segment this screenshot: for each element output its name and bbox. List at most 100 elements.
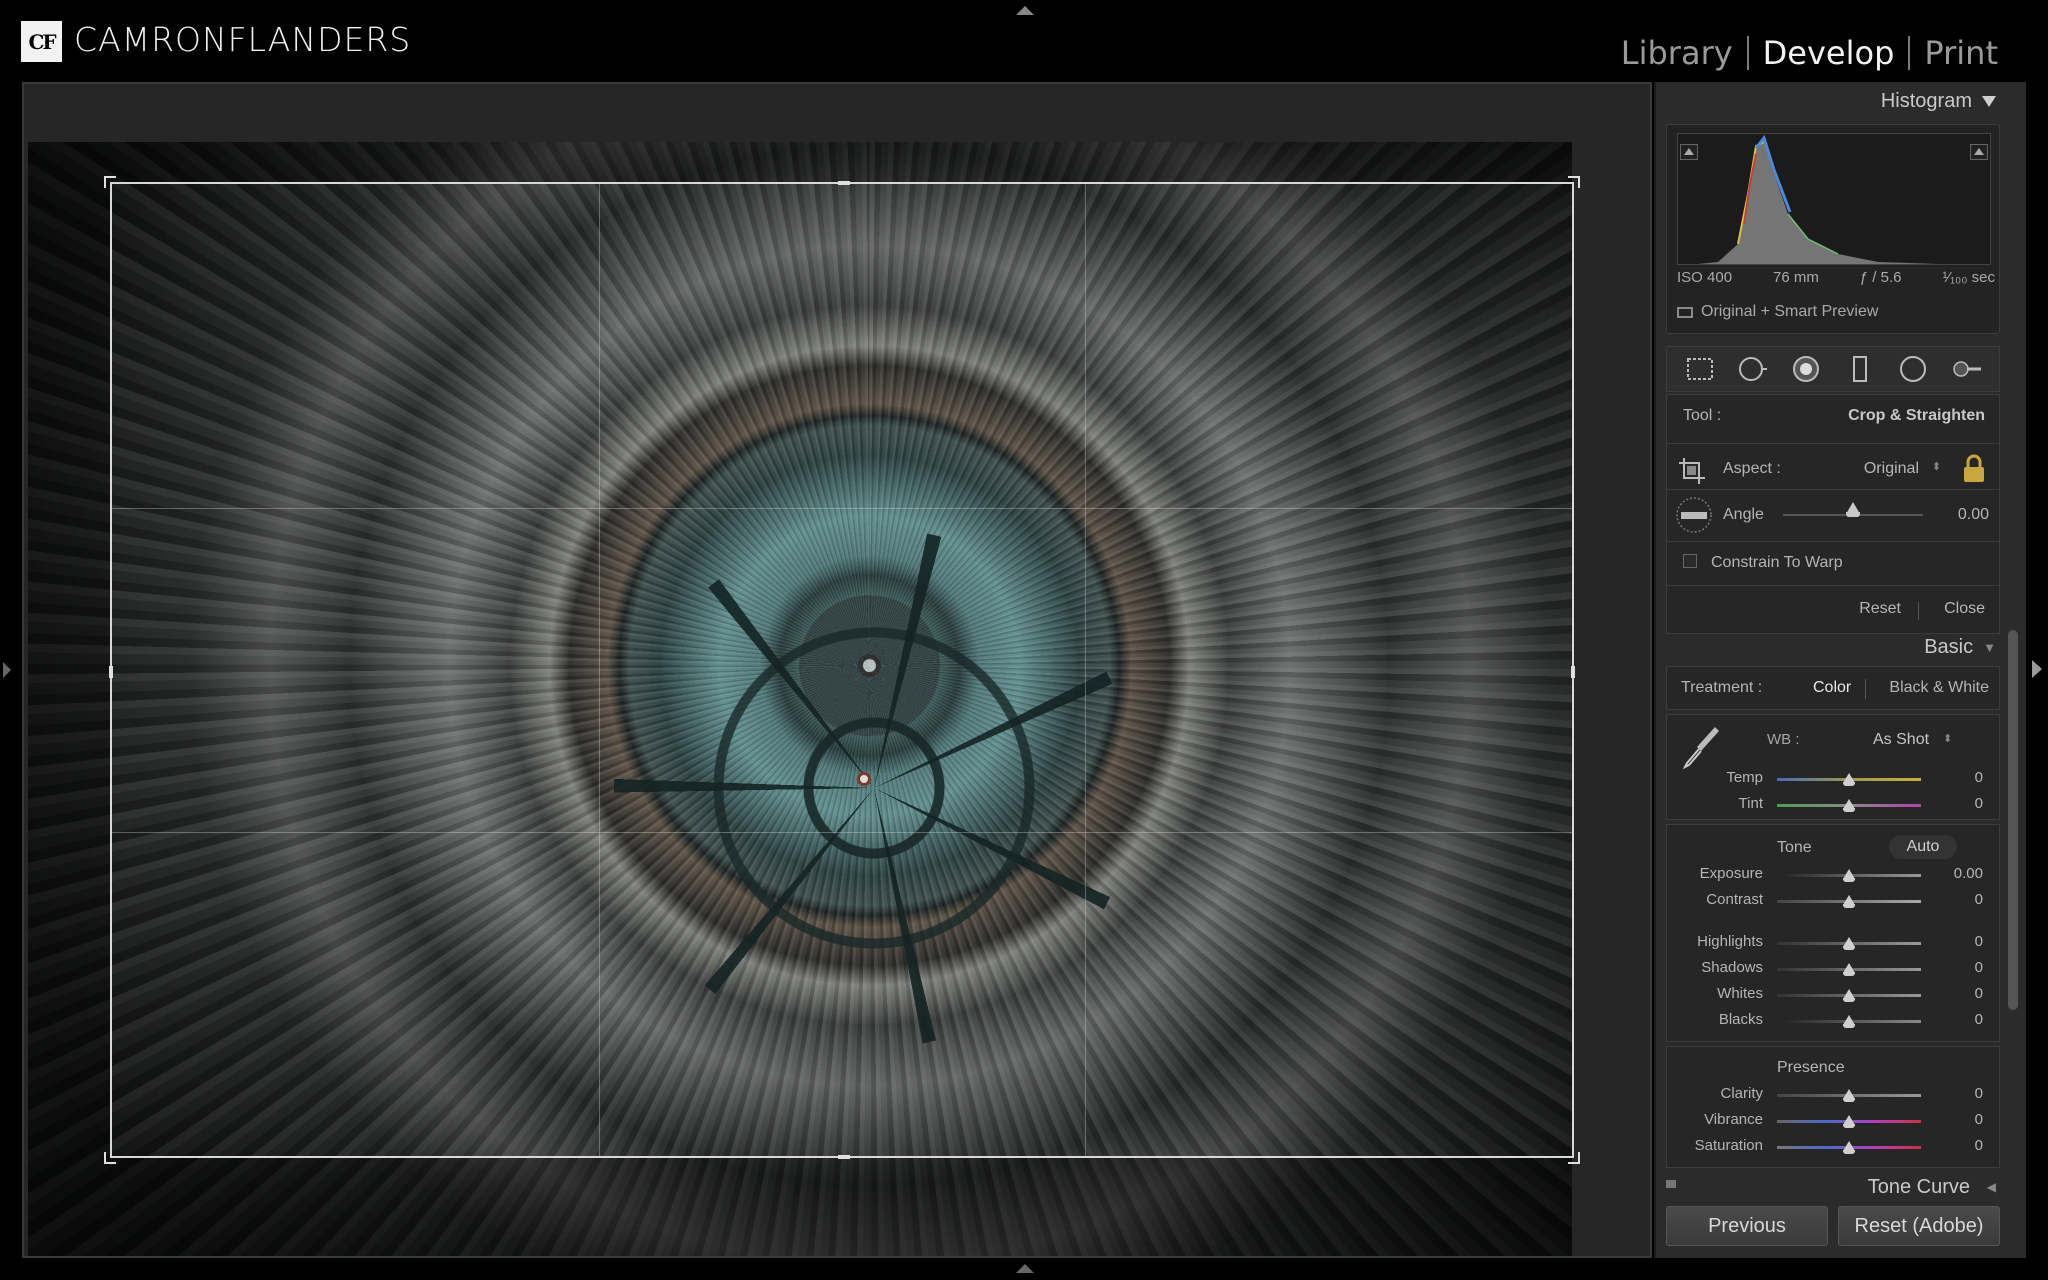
module-library[interactable]: Library bbox=[1607, 34, 1747, 72]
shadow-clipping-icon[interactable] bbox=[1680, 144, 1698, 160]
crop-handle-bottom[interactable] bbox=[838, 1155, 850, 1159]
clarity-slider-thumb[interactable] bbox=[1843, 1089, 1855, 1102]
treatment-bw-button[interactable]: Black & White bbox=[1889, 679, 1989, 697]
right-panel-toggle-icon[interactable] bbox=[2032, 660, 2042, 678]
module-picker: Library Develop Print bbox=[1607, 34, 2012, 72]
blacks-slider-thumb[interactable] bbox=[1843, 1015, 1855, 1028]
shadows-slider-thumb[interactable] bbox=[1843, 963, 1855, 976]
exposure-value[interactable]: 0.00 bbox=[1954, 865, 1983, 882]
aspect-lock-icon[interactable] bbox=[1961, 454, 1987, 489]
angle-value[interactable]: 0.00 bbox=[1958, 506, 1989, 524]
blacks-value[interactable]: 0 bbox=[1975, 1011, 1983, 1028]
crop-close-button[interactable]: Close bbox=[1944, 600, 1985, 618]
adjustment-brush-icon[interactable] bbox=[1951, 354, 1982, 384]
histogram-header[interactable]: Histogram bbox=[1881, 90, 1996, 113]
whites-slider-row[interactable]: Whites 0 bbox=[1667, 985, 2001, 1005]
collapse-icon[interactable]: ▼ bbox=[1983, 640, 1996, 655]
blacks-label: Blacks bbox=[1718, 1011, 1763, 1028]
bottom-panel-toggle-icon[interactable] bbox=[1016, 1264, 1034, 1273]
shutter-speed: ¹⁄₁₀₀ sec bbox=[1942, 269, 1995, 286]
whites-label: Whites bbox=[1717, 985, 1763, 1002]
tint-slider-thumb[interactable] bbox=[1843, 799, 1855, 812]
crop-handle-top[interactable] bbox=[838, 181, 850, 185]
vibrance-slider-thumb[interactable] bbox=[1843, 1115, 1855, 1128]
contrast-value[interactable]: 0 bbox=[1975, 891, 1983, 908]
treatment-color-button[interactable]: Color bbox=[1813, 679, 1851, 697]
crop-handle-bottom-right[interactable] bbox=[1568, 1152, 1580, 1164]
whites-value[interactable]: 0 bbox=[1975, 985, 1983, 1002]
tint-label: Tint bbox=[1738, 795, 1763, 812]
highlights-slider-row[interactable]: Highlights 0 bbox=[1667, 933, 2001, 953]
crop-frame-tool-icon[interactable] bbox=[1677, 456, 1707, 491]
temp-slider-row[interactable]: Temp 0 bbox=[1667, 769, 2001, 789]
saturation-value[interactable]: 0 bbox=[1975, 1137, 1983, 1154]
contrast-slider-row[interactable]: Contrast 0 bbox=[1667, 891, 2001, 911]
image-canvas[interactable] bbox=[22, 82, 1652, 1258]
straighten-tool-icon[interactable] bbox=[1675, 496, 1713, 539]
expand-icon[interactable]: ◀ bbox=[1987, 1180, 1996, 1194]
auto-tone-button[interactable]: Auto bbox=[1889, 835, 1957, 859]
red-eye-icon[interactable] bbox=[1791, 354, 1821, 384]
collapse-icon[interactable] bbox=[1982, 96, 1996, 107]
eyedropper-icon[interactable] bbox=[1679, 721, 1723, 776]
smart-preview-status[interactable]: Original + Smart Preview bbox=[1677, 303, 1878, 321]
clarity-value[interactable]: 0 bbox=[1975, 1085, 1983, 1102]
crop-overlay-icon[interactable] bbox=[1685, 354, 1715, 384]
vibrance-value[interactable]: 0 bbox=[1975, 1111, 1983, 1128]
panel-switch-icon[interactable] bbox=[1666, 1180, 1676, 1188]
aspect-label: Aspect : bbox=[1723, 460, 1781, 477]
clarity-label: Clarity bbox=[1720, 1085, 1763, 1102]
aspect-chevron-icon[interactable]: ⬍ bbox=[1932, 460, 1941, 473]
histogram-curve bbox=[1698, 134, 1938, 264]
exposure-slider-row[interactable]: Exposure 0.00 bbox=[1667, 865, 2001, 885]
graduated-filter-icon[interactable] bbox=[1845, 354, 1875, 384]
exposure-slider-thumb[interactable] bbox=[1843, 869, 1855, 882]
reset-adobe-button[interactable]: Reset (Adobe) bbox=[1838, 1206, 2000, 1246]
aspect-select[interactable]: Original bbox=[1864, 460, 1919, 478]
crop-handle-bottom-left[interactable] bbox=[104, 1152, 116, 1164]
top-panel-toggle-icon[interactable] bbox=[1016, 6, 1034, 15]
crop-handle-left[interactable] bbox=[109, 666, 113, 678]
angle-slider-thumb[interactable] bbox=[1846, 502, 1860, 517]
whites-slider-thumb[interactable] bbox=[1843, 989, 1855, 1002]
temp-slider-thumb[interactable] bbox=[1843, 773, 1855, 786]
constrain-checkbox[interactable] bbox=[1683, 554, 1697, 568]
spot-removal-icon[interactable] bbox=[1738, 354, 1768, 384]
highlights-slider-thumb[interactable] bbox=[1843, 937, 1855, 950]
right-panel-scrollbar[interactable] bbox=[2008, 630, 2018, 1010]
previous-button[interactable]: Previous bbox=[1666, 1206, 1828, 1246]
aperture-value: ƒ / 5.6 bbox=[1859, 269, 1902, 286]
tint-slider-row[interactable]: Tint 0 bbox=[1667, 795, 2001, 815]
shadows-value[interactable]: 0 bbox=[1975, 959, 1983, 976]
saturation-slider-thumb[interactable] bbox=[1843, 1141, 1855, 1154]
blacks-slider-row[interactable]: Blacks 0 bbox=[1667, 1011, 2001, 1031]
tone-curve-title: Tone Curve bbox=[1867, 1176, 1970, 1198]
crop-mask-top bbox=[28, 142, 1572, 182]
wb-select[interactable]: As Shot bbox=[1873, 731, 1929, 749]
crop-handle-top-left[interactable] bbox=[104, 176, 116, 188]
presence-label: Presence bbox=[1777, 1059, 1845, 1076]
tone-curve-header[interactable]: Tone Curve ◀ bbox=[1666, 1172, 2000, 1202]
tint-value[interactable]: 0 bbox=[1975, 795, 1983, 812]
crop-handle-right[interactable] bbox=[1571, 666, 1575, 678]
module-print[interactable]: Print bbox=[1910, 34, 2012, 72]
highlights-label: Highlights bbox=[1697, 933, 1763, 950]
shadows-slider-row[interactable]: Shadows 0 bbox=[1667, 959, 2001, 979]
temp-value[interactable]: 0 bbox=[1975, 769, 1983, 786]
highlight-clipping-icon[interactable] bbox=[1970, 144, 1988, 160]
histogram-panel: ISO 400 76 mm ƒ / 5.6 ¹⁄₁₀₀ sec Original… bbox=[1666, 124, 2000, 334]
saturation-slider-row[interactable]: Saturation 0 bbox=[1667, 1137, 2001, 1157]
wb-chevron-icon[interactable]: ⬍ bbox=[1943, 732, 1952, 745]
module-develop[interactable]: Develop bbox=[1749, 34, 1909, 72]
crop-frame[interactable] bbox=[104, 176, 1580, 1164]
contrast-slider-thumb[interactable] bbox=[1843, 895, 1855, 908]
radial-filter-icon[interactable] bbox=[1898, 354, 1928, 384]
basic-header[interactable]: Basic ▼ bbox=[1924, 636, 1996, 659]
histogram-graph[interactable] bbox=[1677, 133, 1991, 265]
crop-handle-top-right[interactable] bbox=[1568, 176, 1580, 188]
clarity-slider-row[interactable]: Clarity 0 bbox=[1667, 1085, 2001, 1105]
vibrance-slider-row[interactable]: Vibrance 0 bbox=[1667, 1111, 2001, 1131]
left-panel-toggle-icon[interactable] bbox=[3, 662, 11, 678]
highlights-value[interactable]: 0 bbox=[1975, 933, 1983, 950]
crop-reset-button[interactable]: Reset bbox=[1859, 600, 1901, 618]
